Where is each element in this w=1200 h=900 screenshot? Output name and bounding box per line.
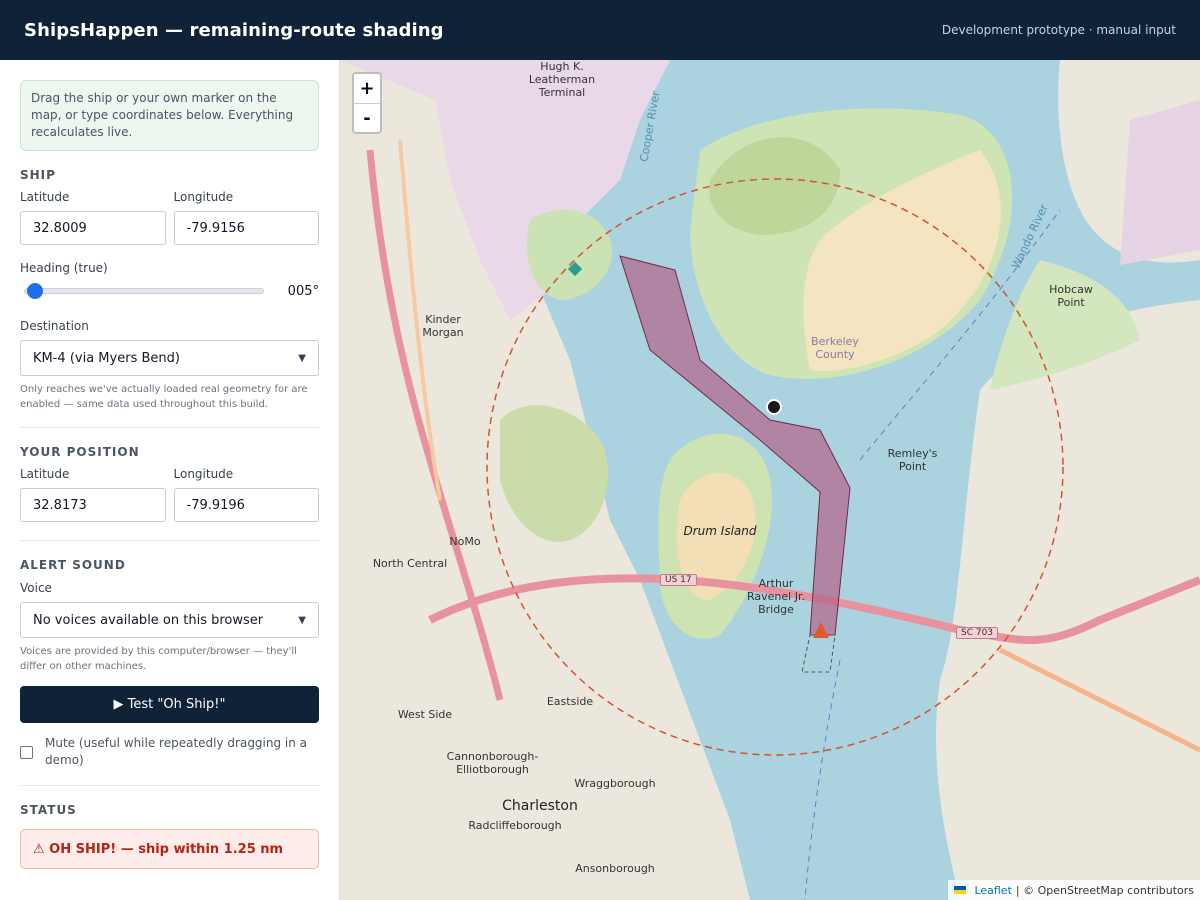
- map-label-bridge: Arthur Ravenel Jr. Bridge: [747, 577, 805, 616]
- user-position-marker: [766, 399, 782, 415]
- map-label-wraggborough: Wraggborough: [574, 777, 656, 790]
- mute-checkbox[interactable]: [20, 745, 33, 759]
- ukraine-flag-icon: [954, 886, 967, 894]
- sound-section-title: ALERT SOUND: [20, 558, 126, 572]
- voice-hint: Voices are provided by this computer/bro…: [20, 646, 297, 672]
- destination-selected-value: KM-4 (via Myers Bend): [33, 350, 180, 366]
- map-attribution: Leaflet | © OpenStreetMap contributors: [948, 880, 1200, 900]
- map-view[interactable]: Hugh K. Leatherman Terminal Drum Island …: [340, 60, 1200, 900]
- heading-row: 005°: [20, 283, 319, 299]
- ship-latitude-label: Latitude: [20, 190, 70, 204]
- ship-section-title: SHIP: [20, 168, 56, 182]
- ship-longitude-input[interactable]: -79.9156: [173, 211, 319, 245]
- ship-coordinates: Latitude 32.8009 Longitude -79.9156: [20, 190, 319, 245]
- map-label-cannonborough: Cannonborough-Elliotborough: [446, 750, 539, 776]
- voice-selected-value: No voices available on this browser: [33, 612, 264, 628]
- map-label-berkeley: Berkeley County: [811, 335, 859, 361]
- mute-row: Mute (useful while repeatedly dragging i…: [20, 735, 319, 769]
- position-longitude-field: Longitude -79.9196: [173, 467, 319, 522]
- map-label-terminal: Hugh K. Leatherman Terminal: [528, 60, 596, 99]
- map-label-radcliffeborough: Radcliffeborough: [468, 819, 562, 832]
- app-header: ShipsHappen — remaining-route shading De…: [0, 0, 1200, 60]
- divider: [20, 785, 319, 786]
- status-section-title: STATUS: [20, 803, 77, 817]
- osm-attribution: | © OpenStreetMap contributors: [1015, 883, 1194, 897]
- heading-slider-thumb[interactable]: [27, 283, 44, 299]
- position-longitude-input[interactable]: -79.9196: [173, 488, 319, 522]
- map-label-ansonborough: Ansonborough: [575, 862, 655, 875]
- mute-label: Mute (useful while repeatedly dragging i…: [45, 736, 308, 767]
- heading-slider-track: [24, 288, 264, 294]
- map-label-hobcaw: Hobcaw Point: [1049, 283, 1093, 309]
- heading-slider[interactable]: [20, 283, 264, 299]
- divider: [20, 540, 319, 541]
- heading-label: Heading (true): [20, 261, 108, 275]
- voice-select[interactable]: No voices available on this browser ▼: [20, 602, 319, 638]
- map-label-charleston: Charleston: [502, 798, 578, 814]
- zoom-out-button[interactable]: -: [354, 103, 380, 132]
- map-label-drum-island: Drum Island: [683, 524, 757, 538]
- ship-latitude-input[interactable]: 32.8009: [20, 211, 166, 245]
- destination-select[interactable]: KM-4 (via Myers Bend) ▼: [20, 340, 319, 376]
- chevron-down-icon: ▼: [298, 352, 306, 364]
- channel-line: [804, 659, 841, 900]
- zoom-control: + -: [352, 72, 382, 134]
- zoom-in-button[interactable]: +: [354, 74, 380, 103]
- divider: [20, 427, 319, 428]
- route-shield-sc703: SC 703: [956, 627, 999, 639]
- destination-label: Destination: [20, 319, 89, 333]
- app-subtitle: Development prototype · manual input: [941, 23, 1176, 37]
- info-box: Drag the ship or your own marker on the …: [20, 80, 319, 151]
- app-title: ShipsHappen — remaining-route shading: [24, 19, 444, 41]
- ship-longitude-field: Longitude -79.9156: [173, 190, 319, 245]
- status-alert: ⚠ OH SHIP! — ship within 1.25 nm: [20, 829, 319, 869]
- map-label-nomo: NoMo: [449, 535, 481, 548]
- position-section-title: YOUR POSITION: [20, 445, 140, 459]
- heading-value: 005°: [287, 283, 319, 299]
- map-label-kinder-morgan: Kinder Morgan: [422, 313, 464, 339]
- test-sound-button[interactable]: ▶ Test "Oh Ship!": [20, 686, 319, 723]
- map-label-westside: West Side: [397, 708, 453, 721]
- route-shield-us17: US 17: [660, 574, 697, 586]
- leaflet-link[interactable]: Leaflet: [974, 884, 1011, 897]
- terminal-area: [1120, 100, 1200, 265]
- position-latitude-label: Latitude: [20, 467, 70, 481]
- voice-label: Voice: [20, 581, 52, 595]
- map-label-remleys: Remley's Point: [887, 447, 938, 473]
- route-segment-outline: [801, 634, 836, 673]
- position-latitude-input[interactable]: 32.8173: [20, 488, 166, 522]
- map-label-north-central: North Central: [372, 557, 448, 570]
- destination-hint: Only reaches we've actually loaded real …: [20, 384, 308, 410]
- position-longitude-label: Longitude: [173, 467, 234, 481]
- chevron-down-icon: ▼: [298, 614, 306, 626]
- ship-latitude-field: Latitude 32.8009: [20, 190, 166, 245]
- map-label-eastside: Eastside: [546, 695, 594, 708]
- position-latitude-field: Latitude 32.8173: [20, 467, 166, 522]
- sidebar: Drag the ship or your own marker on the …: [0, 60, 340, 900]
- park-north: [526, 209, 612, 300]
- position-coordinates: Latitude 32.8173 Longitude -79.9196: [20, 467, 319, 522]
- ship-longitude-label: Longitude: [173, 190, 234, 204]
